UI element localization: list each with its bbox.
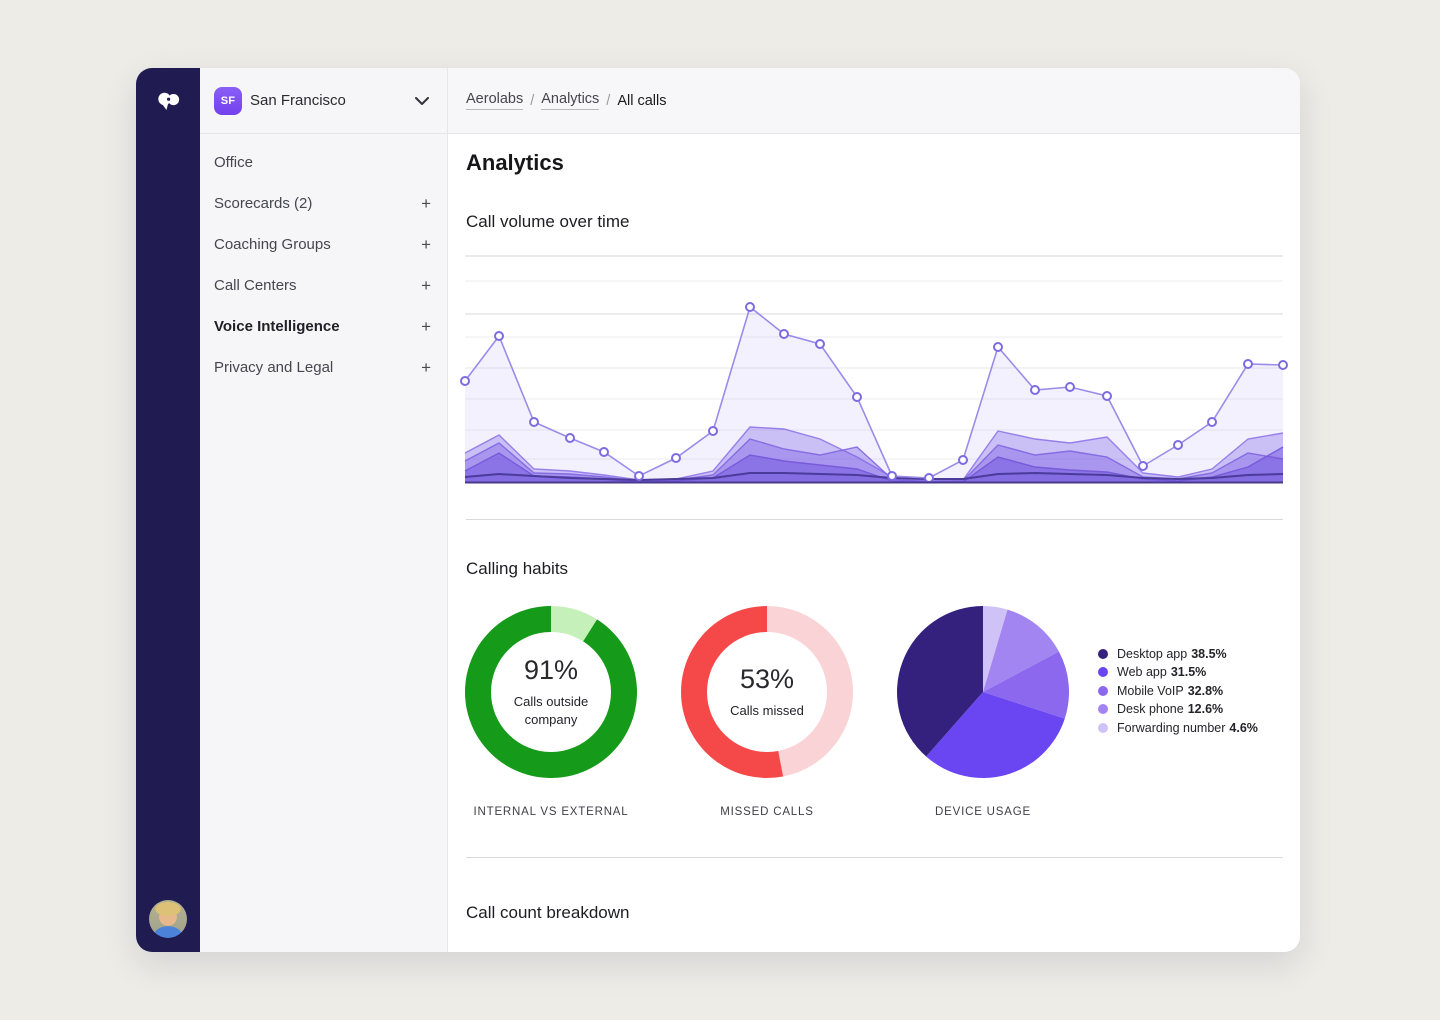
device-usage-legend: Desktop app 38.5% Web app 31.5% Mobile VoIP 3… xyxy=(1098,647,1258,735)
sidebar-item-label: Coaching Groups xyxy=(214,236,331,253)
sidebar-item-label: Privacy and Legal xyxy=(214,359,333,376)
legend-label: Forwarding number xyxy=(1117,721,1225,735)
legend-label: Web app xyxy=(1117,665,1167,679)
chart-caption-device-usage: DEVICE USAGE xyxy=(880,806,1086,818)
breadcrumb-all-calls: All calls xyxy=(617,93,666,109)
legend-value: 32.8% xyxy=(1188,684,1223,698)
workspace-badge: SF xyxy=(214,87,242,115)
workspace-selector[interactable]: SF San Francisco xyxy=(200,68,447,134)
legend-item-desktop-app: Desktop app 38.5% xyxy=(1098,647,1258,661)
breadcrumb-separator: / xyxy=(530,93,534,109)
section-title-call-count-breakdown: Call count breakdown xyxy=(466,903,629,923)
plus-icon[interactable]: + xyxy=(421,359,431,376)
breadcrumb-separator: / xyxy=(606,93,610,109)
sidebar-item-label: Scorecards (2) xyxy=(214,195,312,212)
workspace-name: San Francisco xyxy=(250,92,346,109)
sidebar-item-voice-intelligence[interactable]: Voice Intelligence + xyxy=(200,306,447,347)
legend-value: 12.6% xyxy=(1188,702,1223,716)
donut-center: 91% Calls outside company xyxy=(493,634,609,750)
legend-value: 4.6% xyxy=(1229,721,1258,735)
device-usage-pie[interactable] xyxy=(897,606,1069,778)
app-rail xyxy=(136,68,200,952)
legend-label: Desktop app xyxy=(1117,647,1187,661)
missed-calls-donut[interactable]: 53% Calls missed xyxy=(681,606,853,778)
call-volume-chart[interactable] xyxy=(465,250,1283,490)
section-divider xyxy=(466,857,1283,858)
sidebar-nav: OfficeScorecards (2)+Coaching Groups+Cal… xyxy=(200,134,447,388)
sidebar-item-call-centers[interactable]: Call Centers + xyxy=(200,265,447,306)
sidebar-item-office[interactable]: Office xyxy=(200,142,447,183)
legend-label: Mobile VoIP xyxy=(1117,684,1184,698)
dialpad-logo-icon[interactable] xyxy=(154,86,182,114)
donut-center: 53% Calls missed xyxy=(709,634,825,750)
chart-caption-missed-calls: MISSED CALLS xyxy=(664,806,870,818)
sidebar-item-label: Call Centers xyxy=(214,277,297,294)
legend-value: 31.5% xyxy=(1171,665,1206,679)
sidebar-item-coaching-groups[interactable]: Coaching Groups + xyxy=(200,224,447,265)
legend-dot xyxy=(1098,723,1108,733)
sidebar-item-label: Office xyxy=(214,154,253,171)
section-divider xyxy=(466,519,1283,520)
page-title: Analytics xyxy=(466,150,564,176)
donut-label: Calls missed xyxy=(730,702,804,720)
sidebar: SF San Francisco OfficeScorecards (2)+Co… xyxy=(200,68,448,952)
plus-icon[interactable]: + xyxy=(421,318,431,335)
legend-dot xyxy=(1098,667,1108,677)
chart-caption-internal-external: INTERNAL VS EXTERNAL xyxy=(448,806,654,818)
donut-label: Calls outside company xyxy=(495,693,607,728)
device-usage-pie-svg xyxy=(897,606,1069,778)
app-window: SF San Francisco OfficeScorecards (2)+Co… xyxy=(136,68,1300,952)
breadcrumb: Aerolabs / Analytics / All calls xyxy=(448,68,1300,134)
legend-dot xyxy=(1098,686,1108,696)
breadcrumb-aerolabs[interactable]: Aerolabs xyxy=(466,91,523,110)
donut-value: 91% xyxy=(524,655,578,686)
legend-item-mobile-voip: Mobile VoIP 32.8% xyxy=(1098,684,1258,698)
legend-value: 38.5% xyxy=(1191,647,1226,661)
section-title-call-volume: Call volume over time xyxy=(466,212,629,232)
plus-icon[interactable]: + xyxy=(421,195,431,212)
legend-dot xyxy=(1098,649,1108,659)
section-title-calling-habits: Calling habits xyxy=(466,559,568,579)
legend-item-web-app: Web app 31.5% xyxy=(1098,666,1258,680)
legend-item-desk-phone: Desk phone 12.6% xyxy=(1098,703,1258,717)
legend-label: Desk phone xyxy=(1117,702,1184,716)
sidebar-item-scorecards-2[interactable]: Scorecards (2) + xyxy=(200,183,447,224)
sidebar-item-privacy-and-legal[interactable]: Privacy and Legal + xyxy=(200,347,447,388)
breadcrumb-analytics[interactable]: Analytics xyxy=(541,91,599,110)
legend-dot xyxy=(1098,704,1108,714)
main-content: Aerolabs / Analytics / All calls Analytics C… xyxy=(448,68,1300,952)
sidebar-item-label: Voice Intelligence xyxy=(214,318,340,335)
donut-value: 53% xyxy=(740,664,794,695)
plus-icon[interactable]: + xyxy=(421,236,431,253)
chevron-down-icon xyxy=(415,97,429,105)
user-avatar[interactable] xyxy=(149,900,187,938)
plus-icon[interactable]: + xyxy=(421,277,431,294)
legend-item-forwarding-number: Forwarding number 4.6% xyxy=(1098,721,1258,735)
internal-external-donut[interactable]: 91% Calls outside company xyxy=(465,606,637,778)
